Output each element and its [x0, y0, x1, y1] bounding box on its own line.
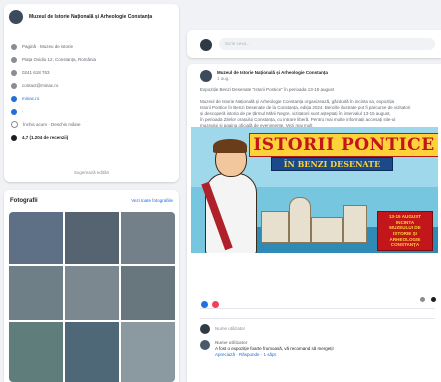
poster-info-line: CONSTANȚA — [390, 242, 420, 248]
rating-icon — [11, 134, 17, 141]
photo-thumb[interactable] — [65, 322, 119, 382]
post-header: Muzeul de Istorie Națională și Arheologi… — [200, 70, 328, 82]
comment-actions[interactable]: Apreciază · Răspunde · 1 săpt. — [215, 352, 334, 358]
reaction-summary[interactable] — [200, 296, 221, 314]
comments-divider — [200, 318, 435, 319]
about-text: contact@minac.ro — [22, 82, 59, 88]
info-icon — [11, 108, 17, 115]
post-card: Muzeul de Istorie Națională și Arheologi… — [187, 64, 441, 382]
email-icon — [11, 82, 17, 89]
photo-thumb[interactable] — [65, 266, 119, 320]
post-intro: Expoziție Benzi Desenate "Istorii Pontic… — [200, 87, 335, 92]
about-list: Pagină · Muzeu de istorie Piața Ovidiu 1… — [11, 40, 96, 144]
about-item-hours[interactable]: Închis acum · Deschis mâine — [11, 118, 96, 131]
poster-title-box: ISTORII PONTICE — [249, 133, 438, 157]
page-header[interactable]: Muzeul de Istorie Națională și Arheologi… — [9, 10, 152, 24]
post-body: Muzeul de Istorie Națională și Arheologi… — [200, 99, 436, 129]
post-image[interactable]: ISTORII PONTICE ÎN BENZI DESENATE 13-15 … — [191, 127, 438, 253]
photo-grid — [9, 212, 175, 382]
comment: Nume utilizator — [200, 324, 245, 334]
comment: Nume utilizator A fost o expoziție foart… — [200, 340, 334, 358]
poster-title: ISTORII PONTICE — [253, 135, 435, 155]
composer-avatar — [200, 39, 212, 51]
page-about-card: Muzeul de Istorie Națională și Arheologi… — [4, 4, 179, 182]
about-item-rating[interactable]: 4,7 (1.204 de recenzii) — [11, 131, 96, 144]
about-item-info: · — [11, 105, 96, 118]
post-stats — [419, 296, 437, 303]
stat-dot-icon — [419, 296, 426, 303]
poster-hair — [213, 139, 247, 153]
location-icon — [11, 56, 17, 63]
photo-thumb[interactable] — [9, 266, 63, 320]
post-author-avatar[interactable] — [200, 70, 212, 82]
post-timestamp[interactable]: 1 aug. · — [217, 76, 328, 82]
photo-thumb[interactable] — [121, 322, 175, 382]
about-text: · — [22, 108, 24, 114]
about-item-address[interactable]: Piața Ovidiu 12, Constanța, România — [11, 53, 96, 66]
post-author[interactable]: Muzeul de Istorie Națională și Arheologi… — [217, 70, 328, 76]
photo-thumb[interactable] — [121, 212, 175, 264]
poster-character — [201, 139, 257, 253]
about-item-email[interactable]: contact@minac.ro — [11, 79, 96, 92]
commenter-avatar[interactable] — [200, 340, 210, 350]
poster-building — [311, 217, 343, 243]
poster-subtitle: ÎN BENZI DESENATE — [283, 159, 381, 169]
poster-building — [343, 205, 367, 243]
post-composer: Scrie ceva... — [187, 30, 441, 58]
about-text[interactable]: minac.ro — [22, 96, 39, 102]
see-all-photos-link[interactable]: Vezi toate fotografiile — [131, 198, 173, 204]
commenter-name[interactable]: Nume utilizator — [215, 326, 245, 332]
composer-input[interactable]: Scrie ceva... — [219, 38, 435, 50]
about-text: 4,7 (1.204 de recenzii) — [22, 134, 69, 140]
stat-dot-icon — [430, 296, 437, 303]
poster-city — [257, 183, 377, 243]
photo-thumb[interactable] — [65, 212, 119, 264]
poster-info-box: 13-15 AUGUST INCINTA MUZEULUI DE ISTORIE… — [377, 211, 433, 251]
about-text: Piața Ovidiu 12, Constanța, România — [22, 56, 97, 62]
about-item-website[interactable]: minac.ro — [11, 92, 96, 105]
page-name[interactable]: Muzeul de Istorie Națională și Arheologi… — [29, 14, 152, 20]
poster-building — [289, 197, 311, 243]
about-text: Închis acum · Deschis mâine — [23, 121, 81, 127]
photos-card: Fotografii Vezi toate fotografiile — [4, 190, 179, 382]
photo-thumb[interactable] — [9, 322, 63, 382]
clock-icon — [11, 121, 18, 128]
about-text: 0241 618 763 — [22, 69, 50, 75]
photo-thumb[interactable] — [121, 266, 175, 320]
about-item-phone[interactable]: 0241 618 763 — [11, 66, 96, 79]
about-item-type: Pagină · Muzeu de istorie — [11, 40, 96, 53]
poster-building — [261, 211, 289, 243]
flag-icon — [11, 43, 17, 50]
about-text: Pagină · Muzeu de istorie — [22, 43, 74, 49]
poster-ribbon: ÎN BENZI DESENATE — [271, 157, 393, 171]
photos-heading: Fotografii — [10, 198, 38, 204]
website-icon — [11, 95, 17, 102]
action-bar-divider — [200, 308, 435, 309]
phone-icon — [11, 69, 17, 76]
photo-thumb[interactable] — [9, 212, 63, 264]
commenter-avatar[interactable] — [200, 324, 210, 334]
page-avatar[interactable] — [9, 10, 23, 24]
suggest-edits-link[interactable]: Sugerează editări — [4, 170, 179, 176]
